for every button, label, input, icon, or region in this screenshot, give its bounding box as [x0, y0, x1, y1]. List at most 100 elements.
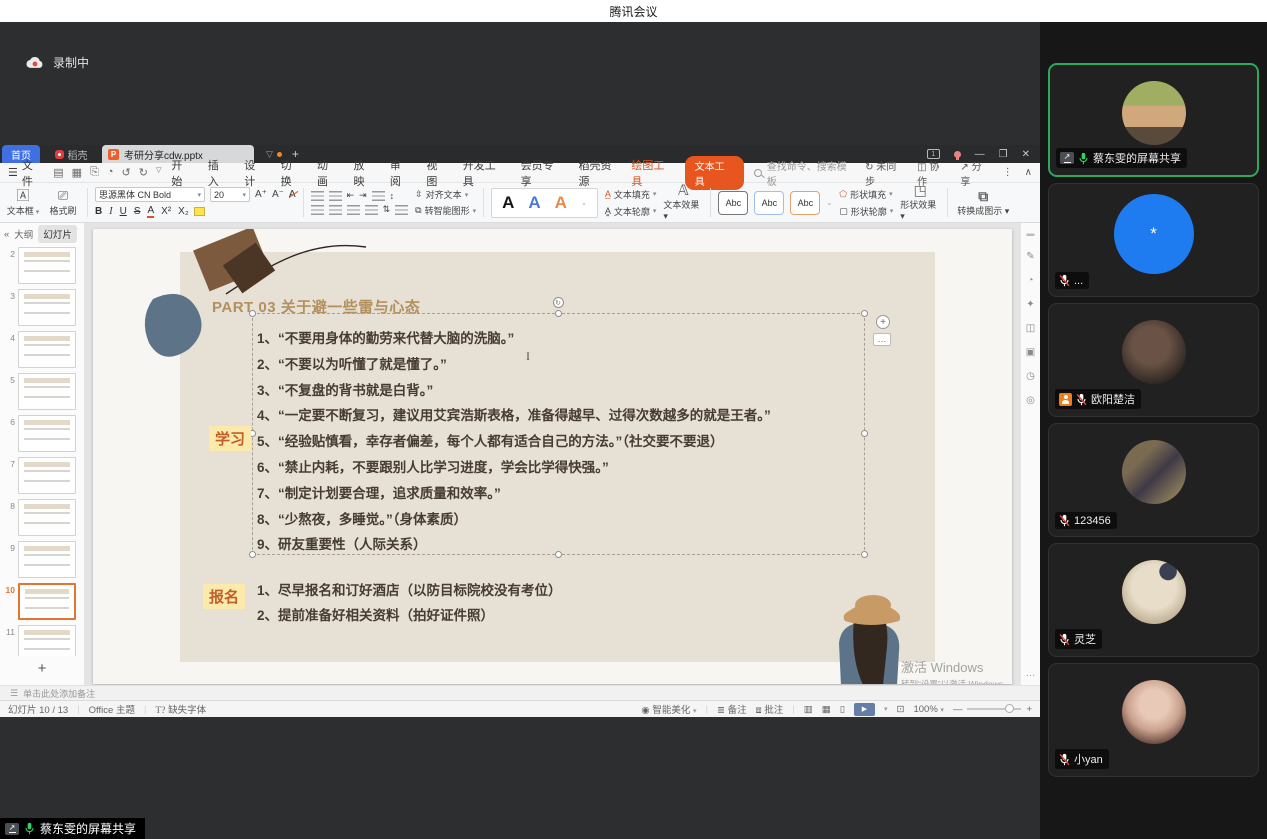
smart-shape-button[interactable]: ⧉转智能图形▾: [415, 204, 476, 217]
text-style-gallery[interactable]: A A A ⌄: [491, 188, 598, 218]
comment-panel-icon[interactable]: ✎: [1026, 251, 1034, 262]
shape-style-2[interactable]: Abc: [754, 191, 784, 215]
slide-thumbnail[interactable]: 9: [2, 541, 84, 578]
thumbnail-preview[interactable]: [18, 289, 76, 326]
shape-style-1[interactable]: Abc: [718, 191, 748, 215]
zoom-level[interactable]: 100% ▾: [913, 704, 943, 715]
align-left-icon[interactable]: [311, 205, 324, 215]
shape-style-gallery[interactable]: Abc Abc Abc ⌄: [718, 191, 832, 215]
increase-indent-icon[interactable]: ⇥: [359, 190, 367, 201]
sorter-view-icon[interactable]: ▦: [822, 704, 831, 715]
zoom-out-icon[interactable]: —: [953, 704, 963, 715]
slide[interactable]: PART 03 关于避一些雷与心态 ↻: [93, 229, 1012, 684]
text-fill-button[interactable]: A̲文本填充▾: [605, 188, 657, 201]
image-panel-icon[interactable]: ▣: [1026, 347, 1035, 358]
study-label[interactable]: 学习: [209, 426, 251, 451]
menu-item[interactable]: 插入: [208, 157, 229, 189]
text-style-blue[interactable]: A: [528, 193, 540, 213]
increase-font-icon[interactable]: A⁺: [255, 189, 267, 200]
output-icon[interactable]: ▦: [72, 166, 82, 179]
align-center-icon[interactable]: [329, 205, 342, 215]
comment-toggle[interactable]: ⧈ 批注: [756, 702, 784, 716]
format-button[interactable]: S: [134, 206, 141, 217]
thumbnail-preview[interactable]: [18, 247, 76, 284]
thumbnail-preview[interactable]: [18, 415, 76, 452]
participant-tile[interactable]: 欧阳楚洁: [1048, 303, 1259, 417]
slideshow-button[interactable]: ▶: [854, 703, 875, 716]
collapse-ribbon-icon[interactable]: ∧: [1025, 167, 1032, 178]
add-slide-button[interactable]: +: [0, 656, 84, 685]
more-menu-icon[interactable]: ⋮: [1003, 167, 1013, 178]
properties-panel-icon[interactable]: ◔: [1027, 275, 1033, 286]
convert-diagram-button[interactable]: ⧉ 转换成图示 ▾: [955, 185, 1011, 220]
slide-thumbnail[interactable]: 6: [2, 415, 84, 452]
study-item[interactable]: 5、“经验贴慎看，幸存者偏差，每个人都有适合自己的方法。”（社交要不要退）: [257, 429, 771, 455]
text-direction-icon[interactable]: [372, 191, 385, 201]
quick-add-button[interactable]: +: [876, 315, 890, 329]
format-painter-button[interactable]: ⎚格式刷: [46, 189, 80, 217]
participant-tile[interactable]: 灵芝: [1048, 543, 1259, 657]
draw-tools-tab[interactable]: 绘图工具: [631, 157, 674, 189]
rotate-handle[interactable]: ↻: [553, 297, 564, 308]
signup-label[interactable]: 报名: [203, 584, 245, 609]
study-item[interactable]: 8、“少熬夜，多睡觉。”（身体素质）: [257, 507, 771, 533]
study-item[interactable]: 7、“制定计划要合理，追求质量和效率。”: [257, 481, 771, 507]
text-outline-button[interactable]: A̳文本轮廓▾: [605, 205, 657, 218]
layers-panel-icon[interactable]: ◫: [1026, 323, 1035, 334]
menu-item[interactable]: 开发工具: [463, 157, 506, 189]
signup-list[interactable]: 1、尽早报名和订好酒店（以防目标院校没有考位）2、提前准备好相关资料（拍好证件照…: [257, 578, 562, 628]
participant-tile[interactable]: 蔡东雯的屏幕共享: [1048, 63, 1259, 177]
rail-grip[interactable]: ▬: [1027, 229, 1035, 238]
thumbnail-preview[interactable]: [18, 331, 76, 368]
animation-panel-icon[interactable]: ✦: [1026, 299, 1034, 310]
study-item[interactable]: 2、“不要以为听懂了就是懂了。”: [257, 352, 771, 378]
preview-icon[interactable]: ◔: [107, 166, 114, 179]
menu-item[interactable]: 会员专享: [521, 157, 564, 189]
zoom-slider[interactable]: — +: [953, 704, 1032, 715]
selection-handle[interactable]: [861, 551, 868, 558]
line-spacing-icon[interactable]: ⇅: [383, 204, 391, 215]
share-button[interactable]: ↗ 分享: [960, 158, 990, 188]
selection-handle[interactable]: [249, 551, 256, 558]
shape-fill-button[interactable]: ⬠形状填充▾: [839, 188, 893, 201]
rail-more-icon[interactable]: …: [1026, 668, 1036, 679]
undo-icon[interactable]: ↺: [122, 166, 131, 179]
theme-name[interactable]: Office 主题: [89, 702, 135, 716]
selection-handle[interactable]: [249, 310, 256, 317]
normal-view-icon[interactable]: ▥: [804, 704, 813, 715]
text-style-black[interactable]: A: [502, 193, 514, 213]
bullet-list-icon[interactable]: [311, 191, 324, 201]
text-effect-button[interactable]: 𝔸 文本效果 ▾: [663, 185, 703, 220]
numbered-list-icon[interactable]: [329, 191, 342, 201]
text-style-orange[interactable]: A: [555, 193, 567, 213]
zoom-in-icon[interactable]: +: [1026, 704, 1032, 715]
format-button[interactable]: X²: [161, 206, 171, 217]
thumbnail-preview[interactable]: [18, 583, 76, 620]
align-right-icon[interactable]: [347, 205, 360, 215]
missing-font-warning[interactable]: T? 缺失字体: [155, 702, 206, 716]
signup-item[interactable]: 2、提前准备好相关资料（拍好证件照）: [257, 603, 562, 628]
format-button[interactable]: A: [147, 205, 154, 218]
selection-handle[interactable]: [555, 310, 562, 317]
thumbnail-preview[interactable]: [18, 625, 76, 656]
thumbnail-preview[interactable]: [18, 499, 76, 536]
font-name-select[interactable]: 思源黑体 CN Bold▾: [95, 187, 205, 202]
align-text-button[interactable]: ⇳对齐文本▾: [415, 188, 476, 201]
thumbnail-preview[interactable]: [18, 373, 76, 410]
menu-item[interactable]: 视图: [426, 157, 447, 189]
slideshow-options-icon[interactable]: ▾: [884, 705, 888, 713]
fit-slide-icon[interactable]: ⊡: [897, 704, 905, 715]
format-button[interactable]: U: [120, 206, 127, 217]
tab-docer[interactable]: 稻壳: [40, 145, 102, 163]
notes-toggle[interactable]: ≣ 备注: [717, 702, 747, 716]
command-search[interactable]: 查找命令、搜索模板: [754, 158, 855, 188]
history-panel-icon[interactable]: ◷: [1026, 371, 1035, 382]
clear-format-icon[interactable]: A: [289, 189, 296, 200]
signup-item[interactable]: 1、尽早报名和订好酒店（以防目标院校没有考位）: [257, 578, 562, 603]
thumbnail-preview[interactable]: [18, 457, 76, 494]
slide-thumbnail[interactable]: 5: [2, 373, 84, 410]
menu-item[interactable]: 设计: [244, 157, 265, 189]
file-menu[interactable]: ☰文件: [8, 157, 43, 189]
slide-thumbnail[interactable]: 10: [2, 583, 84, 620]
participant-tile[interactable]: 小yan: [1048, 663, 1259, 777]
